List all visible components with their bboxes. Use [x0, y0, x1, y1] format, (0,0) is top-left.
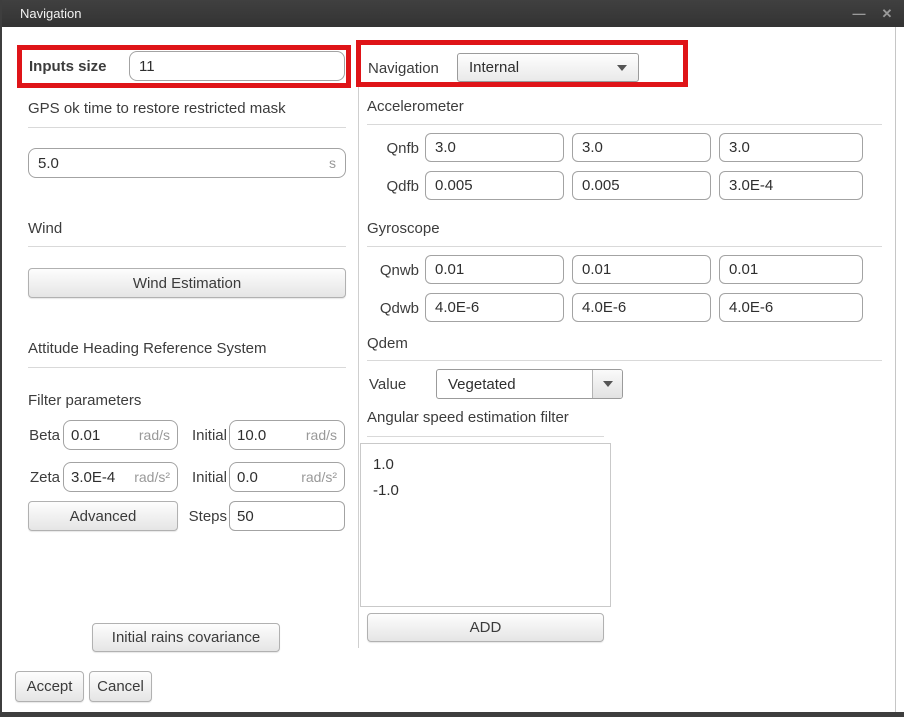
zeta-initial-label: Initial — [185, 469, 227, 486]
chevron-down-icon — [617, 65, 627, 71]
qnwb-field-1[interactable] — [425, 255, 564, 284]
qnwb-label: Qnwb — [367, 262, 419, 279]
column-divider — [358, 40, 359, 648]
qdfb-field-2[interactable] — [572, 171, 711, 200]
beta-initial-unit: rad/s — [306, 427, 337, 443]
beta-unit: rad/s — [139, 427, 170, 443]
qdwb-field-2[interactable] — [572, 293, 711, 322]
zeta-label: Zeta — [24, 469, 60, 486]
navigation-label: Navigation — [368, 60, 439, 77]
qdwb-input-2[interactable] — [582, 299, 701, 316]
gyroscope-section-rule — [367, 246, 882, 247]
beta-field[interactable]: rad/s — [63, 420, 178, 450]
filter-parameters-label: Filter parameters — [28, 392, 141, 409]
qdem-section-rule — [367, 360, 882, 361]
gps-time-unit: s — [329, 155, 336, 171]
qdem-value-label: Value — [369, 376, 406, 393]
qnwb-input-1[interactable] — [435, 261, 554, 278]
close-icon[interactable]: ✕ — [878, 6, 896, 22]
qdfb-label: Qdfb — [367, 178, 419, 195]
accelerometer-section-header: Accelerometer — [367, 98, 464, 115]
navigation-dialog: Navigation — ✕ Inputs size GPS ok time t… — [0, 0, 904, 717]
ahrs-section-header: Attitude Heading Reference System — [28, 340, 266, 357]
beta-initial-label: Initial — [185, 427, 227, 444]
wind-estimation-button[interactable]: Wind Estimation — [28, 268, 346, 298]
zeta-initial-field[interactable]: rad/s² — [229, 462, 345, 492]
inputs-size-label: Inputs size — [29, 58, 107, 75]
list-item[interactable]: 1.0 — [361, 452, 610, 478]
beta-initial-input[interactable] — [237, 427, 302, 444]
inputs-size-field[interactable] — [129, 51, 345, 81]
zeta-initial-input[interactable] — [237, 469, 297, 486]
qdwb-input-1[interactable] — [435, 299, 554, 316]
beta-input[interactable] — [71, 427, 135, 444]
initial-rains-covariance-button[interactable]: Initial rains covariance — [92, 623, 280, 652]
window-title: Navigation — [20, 6, 81, 21]
qdem-combobox[interactable]: Vegetated — [436, 369, 623, 399]
qnwb-input-2[interactable] — [582, 261, 701, 278]
qdwb-input-3[interactable] — [729, 299, 853, 316]
wind-section-rule — [28, 246, 346, 247]
beta-label: Beta — [24, 427, 60, 444]
qnfb-input-1[interactable] — [435, 139, 554, 156]
qdwb-field-1[interactable] — [425, 293, 564, 322]
qnfb-label: Qnfb — [367, 140, 419, 157]
inputs-size-input[interactable] — [139, 58, 335, 75]
gps-section-rule — [28, 127, 346, 128]
navigation-selected-value: Internal — [469, 59, 519, 76]
qdfb-field-3[interactable] — [719, 171, 863, 200]
cancel-button[interactable]: Cancel — [89, 671, 152, 702]
zeta-input[interactable] — [71, 469, 130, 486]
angular-filter-list[interactable]: 1.0 -1.0 — [360, 443, 611, 607]
qnfb-field-3[interactable] — [719, 133, 863, 162]
steps-input[interactable] — [237, 508, 337, 525]
qdfb-input-1[interactable] — [435, 177, 554, 194]
qdwb-label: Qdwb — [367, 300, 419, 317]
qdfb-input-2[interactable] — [582, 177, 701, 194]
navigation-combobox[interactable]: Internal — [457, 53, 639, 82]
qdem-section-header: Qdem — [367, 335, 408, 352]
qnwb-field-3[interactable] — [719, 255, 863, 284]
window-right-edge — [895, 27, 896, 712]
gps-section-header: GPS ok time to restore restricted mask — [28, 100, 286, 117]
zeta-unit: rad/s² — [134, 469, 170, 485]
chevron-down-icon — [603, 381, 613, 387]
zeta-field[interactable]: rad/s² — [63, 462, 178, 492]
add-button[interactable]: ADD — [367, 613, 604, 642]
qnfb-input-2[interactable] — [582, 139, 701, 156]
gps-time-input[interactable] — [38, 155, 325, 172]
zeta-initial-unit: rad/s² — [301, 469, 337, 485]
qdfb-field-1[interactable] — [425, 171, 564, 200]
ahrs-section-rule — [28, 367, 346, 368]
qdem-dropdown-button[interactable] — [592, 370, 622, 398]
accept-button[interactable]: Accept — [15, 671, 84, 702]
list-item[interactable]: -1.0 — [361, 478, 610, 504]
angular-section-header: Angular speed estimation filter — [367, 409, 569, 426]
steps-label: Steps — [182, 508, 227, 525]
wind-section-header: Wind — [28, 220, 62, 237]
beta-initial-field[interactable]: rad/s — [229, 420, 345, 450]
qnwb-field-2[interactable] — [572, 255, 711, 284]
qnfb-field-1[interactable] — [425, 133, 564, 162]
qdwb-field-3[interactable] — [719, 293, 863, 322]
qdfb-input-3[interactable] — [729, 177, 853, 194]
accelerometer-section-rule — [367, 124, 882, 125]
steps-field[interactable] — [229, 501, 345, 531]
minimize-icon[interactable]: — — [850, 6, 868, 21]
gyroscope-section-header: Gyroscope — [367, 220, 440, 237]
advanced-button[interactable]: Advanced — [28, 501, 178, 531]
title-bar[interactable]: Navigation — ✕ — [0, 0, 904, 27]
qnwb-input-3[interactable] — [729, 261, 853, 278]
qnfb-field-2[interactable] — [572, 133, 711, 162]
angular-section-rule — [367, 436, 604, 437]
qnfb-input-3[interactable] — [729, 139, 853, 156]
gps-time-field[interactable]: s — [28, 148, 346, 178]
qdem-selected-value: Vegetated — [437, 370, 592, 398]
